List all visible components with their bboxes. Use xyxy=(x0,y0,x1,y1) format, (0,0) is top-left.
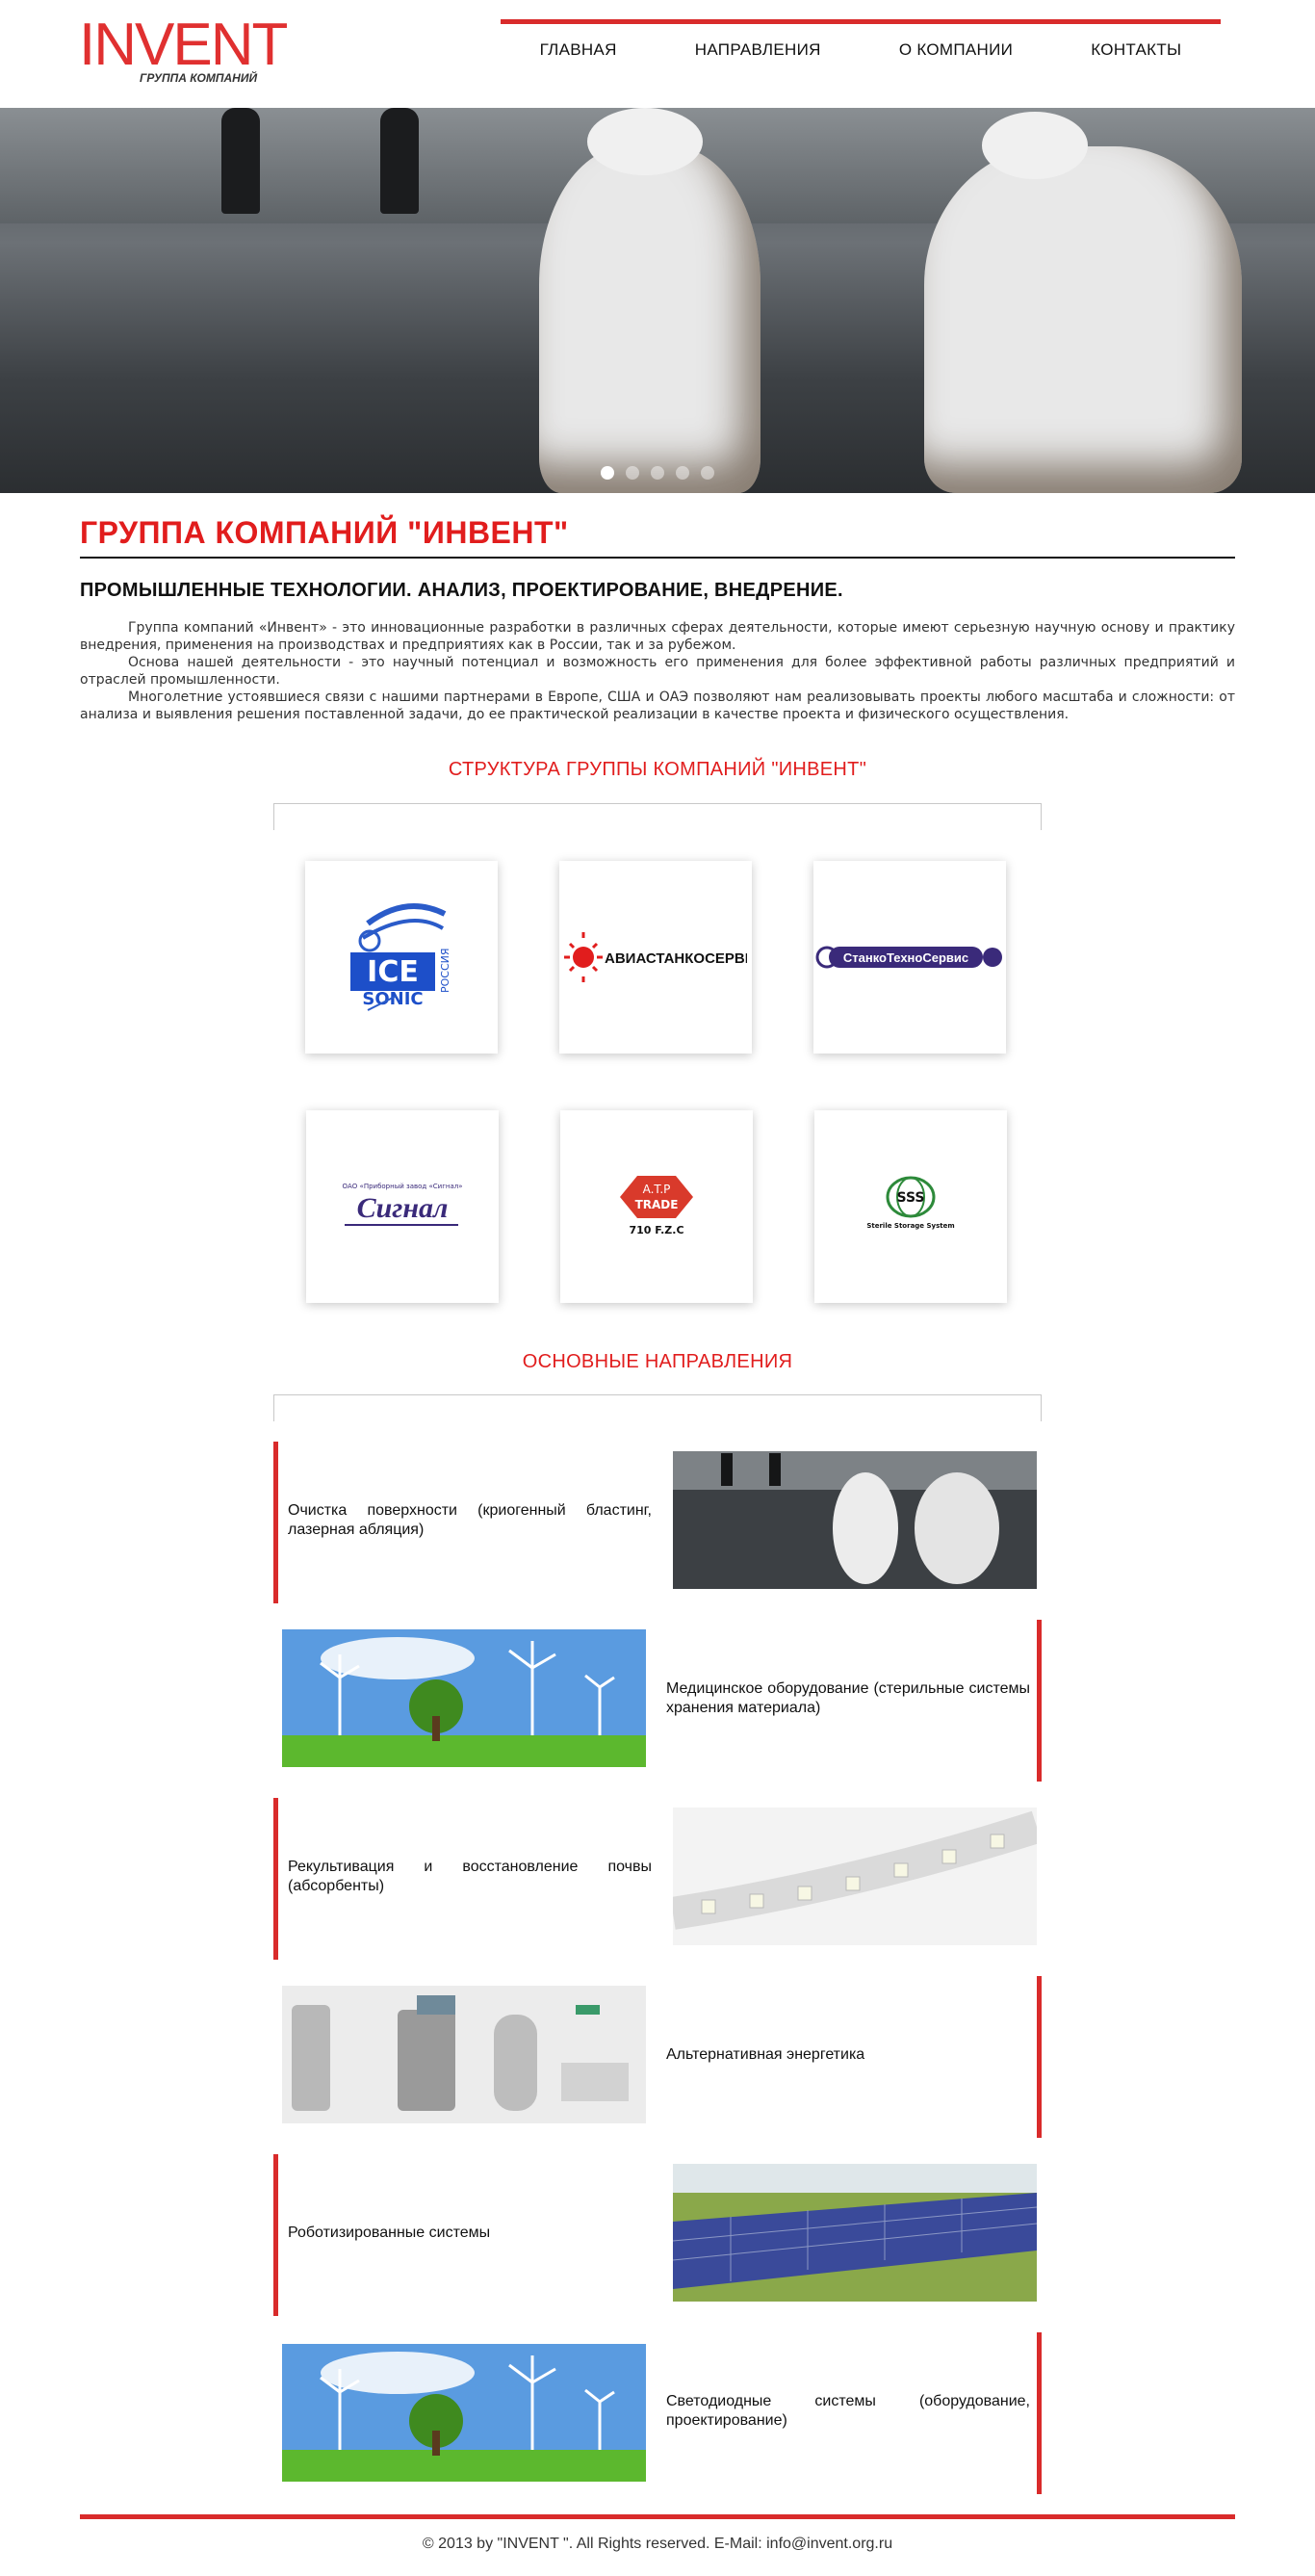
svg-text:РОССИЯ: РОССИЯ xyxy=(439,948,451,993)
page: INVENT ГРУППА КОМПАНИЙ ГЛАВНАЯ НАПРАВЛЕН… xyxy=(0,0,1315,2576)
direction-item[interactable]: Очистка поверхности (криогенный бластинг… xyxy=(273,1442,1042,1603)
slider-dot-4[interactable] xyxy=(676,466,689,480)
intro-paragraph: Основа нашей деятельности - это научный … xyxy=(80,655,1235,688)
footer-copyright: © 2013 by "INVENT ". All Rights reserved… xyxy=(422,2536,893,2552)
direction-label: Светодиодные системы (оборудование, прое… xyxy=(666,2393,1030,2429)
partner-logo-ice-sonic[interactable]: ICE SONIC РОССИЯ xyxy=(305,861,498,1054)
invent-logo[interactable]: INVENT ГРУППА КОМПАНИЙ xyxy=(79,12,288,92)
svg-text:Сигнал: Сигнал xyxy=(357,1192,449,1224)
hero-worker xyxy=(539,146,761,493)
direction-image-wind-turbines xyxy=(282,2344,646,2482)
direction-image-oil-cleanup xyxy=(673,1451,1037,1589)
intro-paragraph: Группа компаний «Инвент» - это инновацио… xyxy=(80,620,1235,653)
partner-logo-signal[interactable]: ОАО «Приборный завод «Сигнал» Сигнал xyxy=(306,1110,499,1303)
structure-title: СТРУКТУРА ГРУППЫ КОМПАНИЙ "ИНВЕНТ" xyxy=(448,759,867,780)
direction-image-solar-panels xyxy=(673,2164,1037,2302)
direction-accent-bar xyxy=(273,1442,278,1603)
svg-text:SONIC: SONIC xyxy=(362,989,423,1009)
svg-text:TRADE: TRADE xyxy=(635,1198,679,1211)
svg-text:СтанкоТехноСервис: СтанкоТехноСервис xyxy=(843,950,968,965)
direction-accent-bar xyxy=(1037,1976,1042,2138)
nav-home[interactable]: ГЛАВНАЯ xyxy=(540,40,617,60)
direction-label: Медицинское оборудование (стерильные сис… xyxy=(666,1680,1030,1716)
slider-dot-5[interactable] xyxy=(701,466,714,480)
nav-top-bar xyxy=(501,19,1221,24)
partner-logo-atp-trade[interactable]: A.T.P TRADE 710 F.Z.C xyxy=(560,1110,753,1303)
page-title: ГРУППА КОМПАНИЙ "ИНВЕНТ" xyxy=(80,515,569,550)
nav-about[interactable]: О КОМПАНИИ xyxy=(899,40,1013,60)
nav-directions[interactable]: НАПРАВЛЕНИЯ xyxy=(695,40,821,60)
hero-worker-silhouette xyxy=(221,108,260,214)
directions-bracket xyxy=(273,1394,1042,1421)
hero-worker-silhouette xyxy=(380,108,419,214)
signal-logo: ОАО «Приборный завод «Сигнал» Сигнал xyxy=(343,1183,463,1226)
direction-image-led-strip xyxy=(673,1808,1037,1945)
direction-label: Очистка поверхности (криогенный бластинг… xyxy=(288,1502,652,1538)
svg-text:АВИАСТАНКОСЕРВИС: АВИАСТАНКОСЕРВИС xyxy=(605,950,747,967)
hero-worker-hood xyxy=(587,108,703,175)
main-nav: ГЛАВНАЯ НАПРАВЛЕНИЯ О КОМПАНИИ КОНТАКТЫ xyxy=(501,40,1221,60)
structure-bracket xyxy=(273,803,1042,830)
direction-accent-bar xyxy=(273,2154,278,2316)
partner-logo-stankotehservis[interactable]: СтанкоТехноСервис xyxy=(813,861,1006,1054)
nav-contacts[interactable]: КОНТАКТЫ xyxy=(1091,40,1181,60)
hero-worker-cap xyxy=(982,112,1088,179)
intro-section: ГРУППА КОМПАНИЙ "ИНВЕНТ" ПРОМЫШЛЕННЫЕ ТЕ… xyxy=(80,515,1235,723)
direction-label: Роботизированные системы xyxy=(288,2225,491,2241)
direction-item[interactable]: Рекультивация и восстановление почвы (аб… xyxy=(273,1798,1042,1960)
svg-text:ОАО «Приборный завод «Сигнал»: ОАО «Приборный завод «Сигнал» xyxy=(343,1183,463,1190)
slider-dots xyxy=(0,466,1315,480)
direction-image-wind-turbines xyxy=(282,1629,646,1767)
logo-wordmark: INVENT xyxy=(79,12,288,78)
direction-accent-bar xyxy=(1037,2332,1042,2494)
partner-logo-aviastankoservis[interactable]: АВИАСТАНКОСЕРВИС xyxy=(559,861,752,1054)
direction-label: Альтернативная энергетика xyxy=(666,2046,865,2063)
title-divider xyxy=(80,557,1235,559)
hero-slider[interactable] xyxy=(0,108,1315,493)
direction-accent-bar xyxy=(1037,1620,1042,1782)
hero-worker xyxy=(924,146,1242,493)
aviastankoservis-logo: АВИАСТАНКОСЕРВИС xyxy=(564,932,747,982)
direction-item[interactable]: Медицинское оборудование (стерильные сис… xyxy=(273,1620,1042,1782)
partner-logo-sss[interactable]: SSS Sterile Storage System xyxy=(814,1110,1007,1303)
direction-label: Рекультивация и восстановление почвы (аб… xyxy=(288,1859,652,1894)
intro-paragraph: Многолетние устоявшиеся связи с нашими п… xyxy=(80,690,1235,722)
direction-item[interactable]: Альтернативная энергетика xyxy=(273,1976,1042,2138)
slider-dot-2[interactable] xyxy=(626,466,639,480)
directions-title: ОСНОВНЫЕ НАПРАВЛЕНИЯ xyxy=(522,1351,793,1372)
direction-accent-bar xyxy=(273,1798,278,1960)
svg-text:Sterile Storage System: Sterile Storage System xyxy=(866,1222,954,1230)
logo-subtitle: ГРУППА КОМПАНИЙ xyxy=(140,71,258,85)
svg-text:710 F.Z.C: 710 F.Z.C xyxy=(629,1224,683,1236)
svg-text:SSS: SSS xyxy=(897,1190,925,1206)
stankotehservis-logo: СтанкоТехноСервис xyxy=(815,946,1002,969)
header: INVENT ГРУППА КОМПАНИЙ ГЛАВНАЯ НАПРАВЛЕН… xyxy=(0,0,1315,108)
direction-image-medical-equipment xyxy=(282,1986,646,2123)
svg-text:A.T.P: A.T.P xyxy=(643,1183,671,1196)
direction-item[interactable]: Роботизированные системы xyxy=(273,2154,1042,2316)
sss-logo: SSS Sterile Storage System xyxy=(866,1176,955,1230)
slider-dot-1[interactable] xyxy=(601,466,614,480)
svg-text:ICE: ICE xyxy=(367,955,419,989)
page-subtitle: ПРОМЫШЛЕННЫЕ ТЕХНОЛОГИИ. АНАЛИЗ, ПРОЕКТИ… xyxy=(80,580,843,601)
atp-trade-logo: A.T.P TRADE 710 F.Z.C xyxy=(620,1176,693,1236)
direction-item[interactable]: Светодиодные системы (оборудование, прое… xyxy=(273,2332,1042,2494)
ice-sonic-logo: ICE SONIC РОССИЯ xyxy=(350,903,451,1011)
footer-divider xyxy=(80,2514,1235,2519)
slider-dot-3[interactable] xyxy=(651,466,664,480)
